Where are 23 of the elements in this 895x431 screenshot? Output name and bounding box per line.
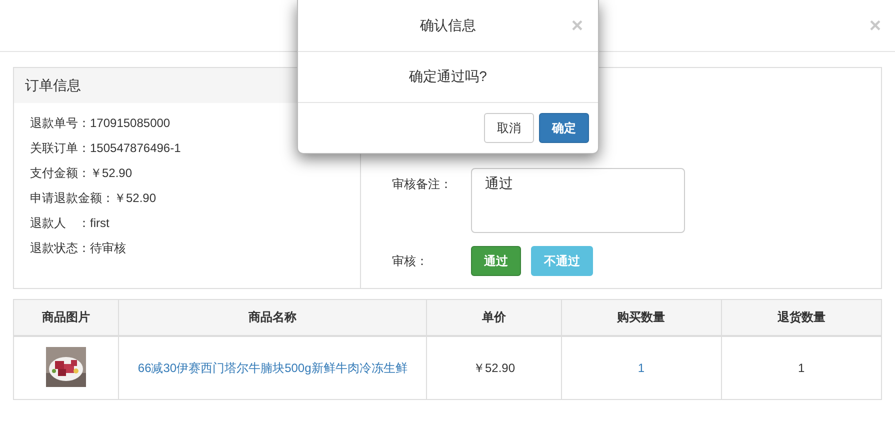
- column-header: 退货数量: [721, 300, 882, 336]
- info-text: 申请退款金额：￥52.90: [30, 190, 158, 207]
- confirm-button[interactable]: 确定: [539, 113, 589, 143]
- product-link[interactable]: 66减30伊赛西门塔尔牛腩块500g新鲜牛肉冷冻生鲜: [138, 360, 408, 374]
- column-header: 购买数量: [561, 300, 722, 336]
- info-text: 支付金额：￥52.90: [30, 165, 134, 182]
- column-header: 商品图片: [14, 300, 118, 336]
- cancel-button[interactable]: 取消: [484, 113, 534, 143]
- field-label: 审核：: [392, 252, 429, 270]
- info-text: 退款人 ：first: [30, 215, 110, 232]
- dialog-message: 确定通过吗?: [409, 68, 487, 86]
- remark-field[interactable]: 通过: [471, 168, 685, 233]
- dialog-title: 确认信息: [420, 16, 476, 34]
- column-header: 单价: [426, 300, 562, 336]
- column-header: 商品名称: [118, 300, 427, 336]
- table-cell: ￥52.90: [426, 336, 562, 400]
- table-cell: 1: [721, 336, 882, 400]
- field-label: 审核备注：: [392, 176, 453, 193]
- info-text: 关联订单：150547876496-1: [30, 140, 182, 157]
- info-text: 退款单号：170915085000: [30, 115, 172, 132]
- info-text: 退款状态：待审核: [30, 240, 127, 257]
- approve-button[interactable]: 通过: [471, 246, 521, 276]
- table-cell: 1: [561, 336, 722, 400]
